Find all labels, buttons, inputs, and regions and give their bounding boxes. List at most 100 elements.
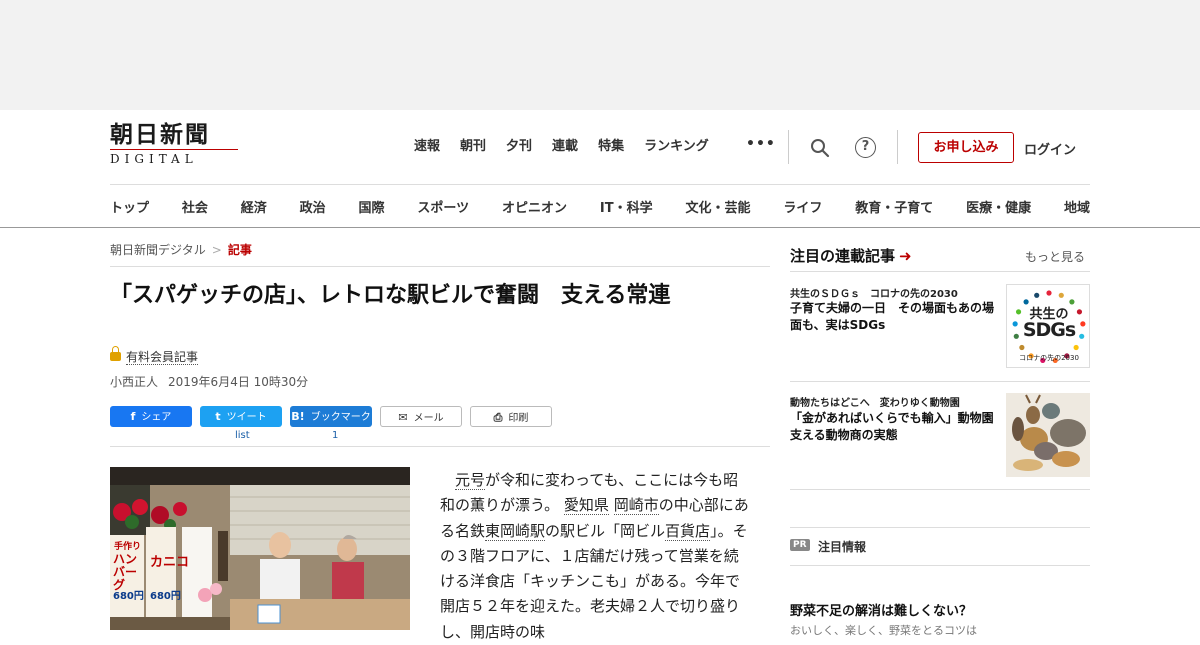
paid-member-badge[interactable]: 有料会員記事 — [110, 346, 199, 365]
ad-banner-space — [0, 0, 1200, 110]
sidebar-heading-text: 注目の連載記事 — [790, 247, 896, 265]
cat-health[interactable]: 医療・健康 — [966, 197, 1031, 216]
publish-date: 2019年6月4日 10時30分 — [168, 375, 309, 389]
cat-society[interactable]: 社会 — [182, 197, 208, 216]
cat-life[interactable]: ライフ — [783, 197, 822, 216]
topnav-ranking[interactable]: ランキング — [644, 138, 709, 156]
article-photo[interactable]: 手作り ハンバーグ 680円 カニコ 680円 — [110, 467, 410, 630]
divider — [788, 130, 789, 164]
sdgs-thumb-sub: コロナの先の2030 — [1019, 354, 1079, 362]
more-menu-icon[interactable]: ••• — [746, 136, 776, 152]
menu-sign-mid: カニコ — [150, 555, 190, 570]
breadcrumb-current: 記事 — [227, 243, 252, 257]
print-button[interactable]: ⎙ 印刷 — [470, 406, 552, 427]
cat-culture[interactable]: 文化・芸能 — [685, 197, 750, 216]
cat-international[interactable]: 国際 — [359, 197, 385, 216]
pr-article-subtitle[interactable]: おいしく、楽しく、野菜をとるコツは — [790, 622, 1090, 638]
tweet-label: ツイート — [226, 412, 267, 423]
cat-top[interactable]: トップ — [110, 197, 149, 216]
tweet-button[interactable]: t ツイート — [200, 406, 282, 427]
card-kicker[interactable]: 共生のＳＤＧｓ コロナの先の2030 — [790, 285, 958, 300]
lock-icon — [110, 346, 121, 361]
topnav-tokushu[interactable]: 特集 — [598, 138, 624, 156]
top-navigation: 速報 朝刊 夕刊 連載 特集 ランキング — [414, 138, 729, 156]
restaurant-photo-illustration — [110, 467, 410, 630]
logo-main-text: 朝日新聞 — [110, 121, 210, 148]
cat-politics[interactable]: 政治 — [300, 197, 326, 216]
body-text-segment — [609, 496, 614, 514]
article-title: 「スパゲッチの店」、レトロな駅ビルで奮闘 支える常連 — [110, 283, 671, 308]
divider — [790, 489, 1090, 490]
menu-price-1: 680円 — [113, 591, 144, 602]
card-title[interactable]: 子育て夫婦の一日 その場面もあの場面も、実はSDGs — [790, 300, 1002, 334]
animals-illustration — [1006, 393, 1090, 477]
topnav-choukan[interactable]: 朝刊 — [460, 138, 486, 156]
divider — [790, 381, 1090, 382]
search-icon[interactable] — [810, 138, 830, 158]
mail-label: メール — [413, 413, 444, 424]
topnav-rensai[interactable]: 連載 — [552, 138, 578, 156]
sdgs-thumb-big: SDGs — [1022, 319, 1076, 341]
twitter-icon: t — [215, 410, 221, 423]
site-header: 朝日新聞 DIGITAL 速報 朝刊 夕刊 連載 特集 ランキング ••• ? … — [0, 110, 1200, 228]
cat-education[interactable]: 教育・子育て — [855, 197, 933, 216]
bookmark-count[interactable]: 1 — [332, 430, 338, 441]
breadcrumb-separator: > — [211, 243, 222, 257]
divider — [110, 446, 770, 447]
keyword-link[interactable]: 東岡崎駅 — [485, 521, 546, 541]
tweet-count[interactable]: list — [235, 430, 250, 441]
facebook-share-button[interactable]: f シェア — [110, 406, 192, 427]
hatena-bookmark-button[interactable]: B! ブックマーク — [290, 406, 372, 427]
menu-price-2: 680円 — [150, 591, 181, 602]
category-navigation: トップ 社会 経済 政治 国際 スポーツ オピニオン IT・科学 文化・芸能 ラ… — [110, 184, 1090, 228]
author-name: 小西正人 — [110, 375, 159, 389]
hatena-label: ブックマーク — [310, 412, 371, 423]
article-body: 元号が令和に変わっても、ここには今も昭和の薫りが漂う。 愛知県 岡崎市の中心部に… — [440, 468, 750, 645]
cat-region[interactable]: 地域 — [1064, 197, 1090, 216]
site-logo[interactable]: 朝日新聞 DIGITAL — [110, 122, 242, 170]
divider — [790, 271, 1090, 272]
cat-opinion[interactable]: オピニオン — [502, 197, 567, 216]
arrow-right-icon: ➜ — [899, 247, 912, 265]
sdgs-ring-dot — [1073, 344, 1079, 351]
hatena-icon: B! — [291, 410, 305, 423]
menu-sign-left-top: 手作り — [114, 542, 142, 552]
divider — [110, 266, 770, 267]
topnav-yukan[interactable]: 夕刊 — [506, 138, 532, 156]
pr-article-title[interactable]: 野菜不足の解消は難しくない？ — [790, 600, 972, 619]
card-title[interactable]: 「金があればいくらでも輸入」動物園支える動物商の実態 — [790, 410, 1002, 444]
facebook-icon: f — [130, 410, 136, 423]
body-text-segment — [440, 471, 455, 489]
pr-badge: PR — [790, 539, 810, 551]
divider — [897, 130, 898, 164]
sdgs-ring-dot — [1058, 292, 1064, 298]
mail-share-button[interactable]: ✉ メール — [380, 406, 462, 427]
keyword-link[interactable]: 元号 — [455, 471, 486, 490]
print-icon: ⎙ — [493, 411, 503, 424]
sidebar-heading[interactable]: 注目の連載記事 ➜ — [790, 245, 912, 266]
keyword-link[interactable]: 岡崎市 — [613, 496, 659, 516]
pr-section-label: 注目情報 — [818, 540, 867, 554]
topnav-sokuho[interactable]: 速報 — [414, 138, 440, 156]
divider — [790, 527, 1090, 528]
sdgs-ring-dot — [1034, 292, 1040, 298]
logo-sub-text: DIGITAL — [110, 149, 238, 166]
breadcrumb-home[interactable]: 朝日新聞デジタル — [110, 243, 206, 257]
keyword-link[interactable]: 百貨店 — [665, 521, 711, 541]
more-link[interactable]: もっと見る — [1025, 248, 1085, 265]
help-icon[interactable]: ? — [855, 137, 876, 158]
cat-sports[interactable]: スポーツ — [417, 197, 469, 216]
login-link[interactable]: ログイン — [1024, 139, 1076, 158]
animals-thumbnail[interactable] — [1006, 393, 1090, 477]
cat-economy[interactable]: 経済 — [241, 197, 267, 216]
sdgs-thumbnail[interactable]: 共生の SDGs コロナの先の2030 — [1006, 284, 1090, 368]
card-kicker[interactable]: 動物たちはどこへ 変わりゆく動物園 — [790, 394, 960, 409]
paid-member-label: 有料会員記事 — [126, 350, 199, 365]
sdgs-ring-dot — [1019, 344, 1025, 351]
sdgs-ring-dot — [1046, 290, 1052, 296]
divider — [790, 565, 1090, 566]
apply-button[interactable]: お申し込み — [918, 132, 1014, 163]
cat-it-science[interactable]: IT・科学 — [600, 197, 653, 216]
mail-icon: ✉ — [398, 411, 408, 424]
keyword-link[interactable]: 愛知県 — [563, 496, 609, 516]
